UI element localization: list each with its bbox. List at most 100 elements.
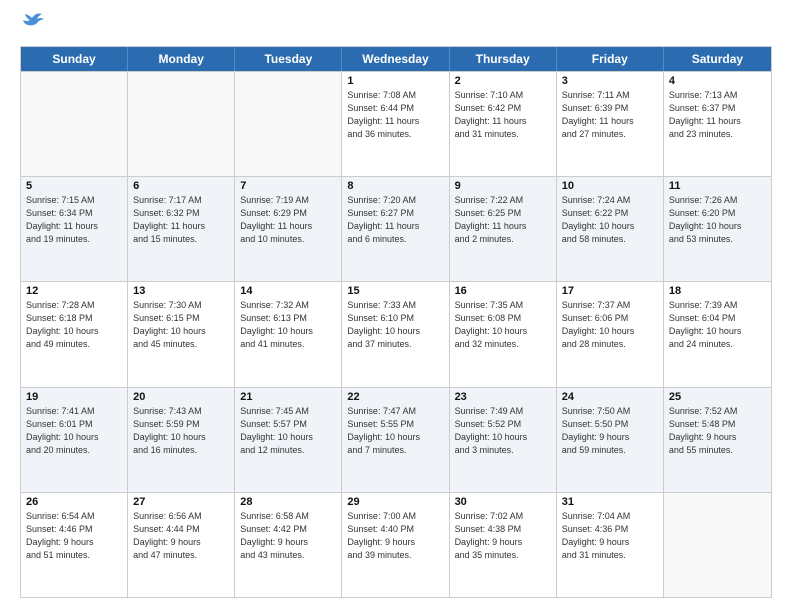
table-row: 9 Sunrise: 7:22 AM Sunset: 6:25 PM Daylig… [450,177,557,281]
calendar-header-tuesday: Tuesday [235,47,342,71]
day-info: Sunrise: 7:32 AM Sunset: 6:13 PM Dayligh… [240,299,336,351]
day-number: 7 [240,180,336,192]
table-row: 3Sunrise: 7:11 AM Sunset: 6:39 PM Daylig… [557,72,664,176]
day-number: 21 [240,391,336,403]
day-info: Sunrise: 7:33 AM Sunset: 6:10 PM Dayligh… [347,299,443,351]
day-number: 9 [455,180,551,192]
day-info: Sunrise: 7:17 AM Sunset: 6:32 PM Dayligh… [133,194,229,246]
calendar-header-friday: Friday [557,47,664,71]
day-number: 6 [133,180,229,192]
table-row: 14 Sunrise: 7:32 AM Sunset: 6:13 PM Dayli… [235,282,342,386]
table-row: 23Sunrise: 7:49 AM Sunset: 5:52 PM Dayli… [450,388,557,492]
day-number: 11 [669,180,766,192]
day-number: 12 [26,285,122,297]
day-number: 18 [669,285,766,297]
day-number: 28 [240,496,336,508]
day-number: 25 [669,391,766,403]
day-info: Sunrise: 7:30 AM Sunset: 6:15 PM Dayligh… [133,299,229,351]
table-row: 29 Sunrise: 7:00 AM Sunset: 4:40 PM Dayli… [342,493,449,597]
calendar-week-1: 1 Sunrise: 7:08 AM Sunset: 6:44 PM Daylig… [21,71,771,176]
day-info: Sunrise: 6:54 AM Sunset: 4:46 PM Dayligh… [26,510,122,562]
table-row: 25 Sunrise: 7:52 AM Sunset: 5:48 PM Dayli… [664,388,771,492]
day-info: Sunrise: 7:35 AM Sunset: 6:08 PM Dayligh… [455,299,551,351]
day-info: Sunrise: 7:02 AM Sunset: 4:38 PM Dayligh… [455,510,551,562]
table-row: 28 Sunrise: 6:58 AM Sunset: 4:42 PM Dayli… [235,493,342,597]
table-row: 19Sunrise: 7:41 AM Sunset: 6:01 PM Dayli… [21,388,128,492]
day-info: Sunrise: 7:52 AM Sunset: 5:48 PM Dayligh… [669,405,766,457]
day-info: Sunrise: 7:20 AM Sunset: 6:27 PM Dayligh… [347,194,443,246]
table-row: 18 Sunrise: 7:39 AM Sunset: 6:04 PM Dayli… [664,282,771,386]
calendar-week-2: 5 Sunrise: 7:15 AM Sunset: 6:34 PM Daylig… [21,176,771,281]
day-number: 1 [347,75,443,87]
table-row [235,72,342,176]
day-info: Sunrise: 7:04 AM Sunset: 4:36 PM Dayligh… [562,510,658,562]
table-row: 10 Sunrise: 7:24 AM Sunset: 6:22 PM Dayli… [557,177,664,281]
table-row [664,493,771,597]
day-number: 17 [562,285,658,297]
day-number: 2 [455,75,551,87]
table-row: 20 Sunrise: 7:43 AM Sunset: 5:59 PM Dayli… [128,388,235,492]
day-info: Sunrise: 6:58 AM Sunset: 4:42 PM Dayligh… [240,510,336,562]
day-number: 26 [26,496,122,508]
logo [20,18,44,38]
calendar-header-monday: Monday [128,47,235,71]
day-info: Sunrise: 7:37 AM Sunset: 6:06 PM Dayligh… [562,299,658,351]
day-number: 14 [240,285,336,297]
table-row: 15 Sunrise: 7:33 AM Sunset: 6:10 PM Dayli… [342,282,449,386]
table-row: 4 Sunrise: 7:13 AM Sunset: 6:37 PM Daylig… [664,72,771,176]
day-info: Sunrise: 7:13 AM Sunset: 6:37 PM Dayligh… [669,89,766,141]
table-row: 26 Sunrise: 6:54 AM Sunset: 4:46 PM Dayli… [21,493,128,597]
day-number: 10 [562,180,658,192]
calendar-week-4: 19Sunrise: 7:41 AM Sunset: 6:01 PM Dayli… [21,387,771,492]
table-row: 13 Sunrise: 7:30 AM Sunset: 6:15 PM Dayli… [128,282,235,386]
table-row: 11Sunrise: 7:26 AM Sunset: 6:20 PM Dayli… [664,177,771,281]
table-row: 16 Sunrise: 7:35 AM Sunset: 6:08 PM Dayli… [450,282,557,386]
day-number: 19 [26,391,122,403]
table-row: 17 Sunrise: 7:37 AM Sunset: 6:06 PM Dayli… [557,282,664,386]
calendar-week-5: 26 Sunrise: 6:54 AM Sunset: 4:46 PM Dayli… [21,492,771,597]
calendar-header-row: SundayMondayTuesdayWednesdayThursdayFrid… [21,47,771,71]
header [20,18,772,38]
table-row [128,72,235,176]
table-row [21,72,128,176]
table-row: 1 Sunrise: 7:08 AM Sunset: 6:44 PM Daylig… [342,72,449,176]
logo-bird-icon [22,10,44,28]
calendar-week-3: 12 Sunrise: 7:28 AM Sunset: 6:18 PM Dayli… [21,281,771,386]
day-number: 24 [562,391,658,403]
table-row: 8 Sunrise: 7:20 AM Sunset: 6:27 PM Daylig… [342,177,449,281]
day-number: 29 [347,496,443,508]
day-number: 13 [133,285,229,297]
table-row: 6 Sunrise: 7:17 AM Sunset: 6:32 PM Daylig… [128,177,235,281]
day-info: Sunrise: 7:24 AM Sunset: 6:22 PM Dayligh… [562,194,658,246]
table-row: 30Sunrise: 7:02 AM Sunset: 4:38 PM Dayli… [450,493,557,597]
day-number: 22 [347,391,443,403]
day-info: Sunrise: 6:56 AM Sunset: 4:44 PM Dayligh… [133,510,229,562]
day-number: 15 [347,285,443,297]
day-info: Sunrise: 7:47 AM Sunset: 5:55 PM Dayligh… [347,405,443,457]
table-row: 12 Sunrise: 7:28 AM Sunset: 6:18 PM Dayli… [21,282,128,386]
page: SundayMondayTuesdayWednesdayThursdayFrid… [0,0,792,612]
day-info: Sunrise: 7:28 AM Sunset: 6:18 PM Dayligh… [26,299,122,351]
day-info: Sunrise: 7:15 AM Sunset: 6:34 PM Dayligh… [26,194,122,246]
day-info: Sunrise: 7:39 AM Sunset: 6:04 PM Dayligh… [669,299,766,351]
day-info: Sunrise: 7:22 AM Sunset: 6:25 PM Dayligh… [455,194,551,246]
day-info: Sunrise: 7:49 AM Sunset: 5:52 PM Dayligh… [455,405,551,457]
day-info: Sunrise: 7:19 AM Sunset: 6:29 PM Dayligh… [240,194,336,246]
day-info: Sunrise: 7:45 AM Sunset: 5:57 PM Dayligh… [240,405,336,457]
table-row: 22 Sunrise: 7:47 AM Sunset: 5:55 PM Dayli… [342,388,449,492]
calendar-body: 1 Sunrise: 7:08 AM Sunset: 6:44 PM Daylig… [21,71,771,597]
day-number: 5 [26,180,122,192]
day-number: 16 [455,285,551,297]
day-number: 27 [133,496,229,508]
day-number: 8 [347,180,443,192]
calendar-header-wednesday: Wednesday [342,47,449,71]
day-info: Sunrise: 7:43 AM Sunset: 5:59 PM Dayligh… [133,405,229,457]
table-row: 27 Sunrise: 6:56 AM Sunset: 4:44 PM Dayli… [128,493,235,597]
day-info: Sunrise: 7:08 AM Sunset: 6:44 PM Dayligh… [347,89,443,141]
day-info: Sunrise: 7:00 AM Sunset: 4:40 PM Dayligh… [347,510,443,562]
calendar-header-sunday: Sunday [21,47,128,71]
day-number: 4 [669,75,766,87]
calendar: SundayMondayTuesdayWednesdayThursdayFrid… [20,46,772,598]
day-number: 20 [133,391,229,403]
day-number: 3 [562,75,658,87]
